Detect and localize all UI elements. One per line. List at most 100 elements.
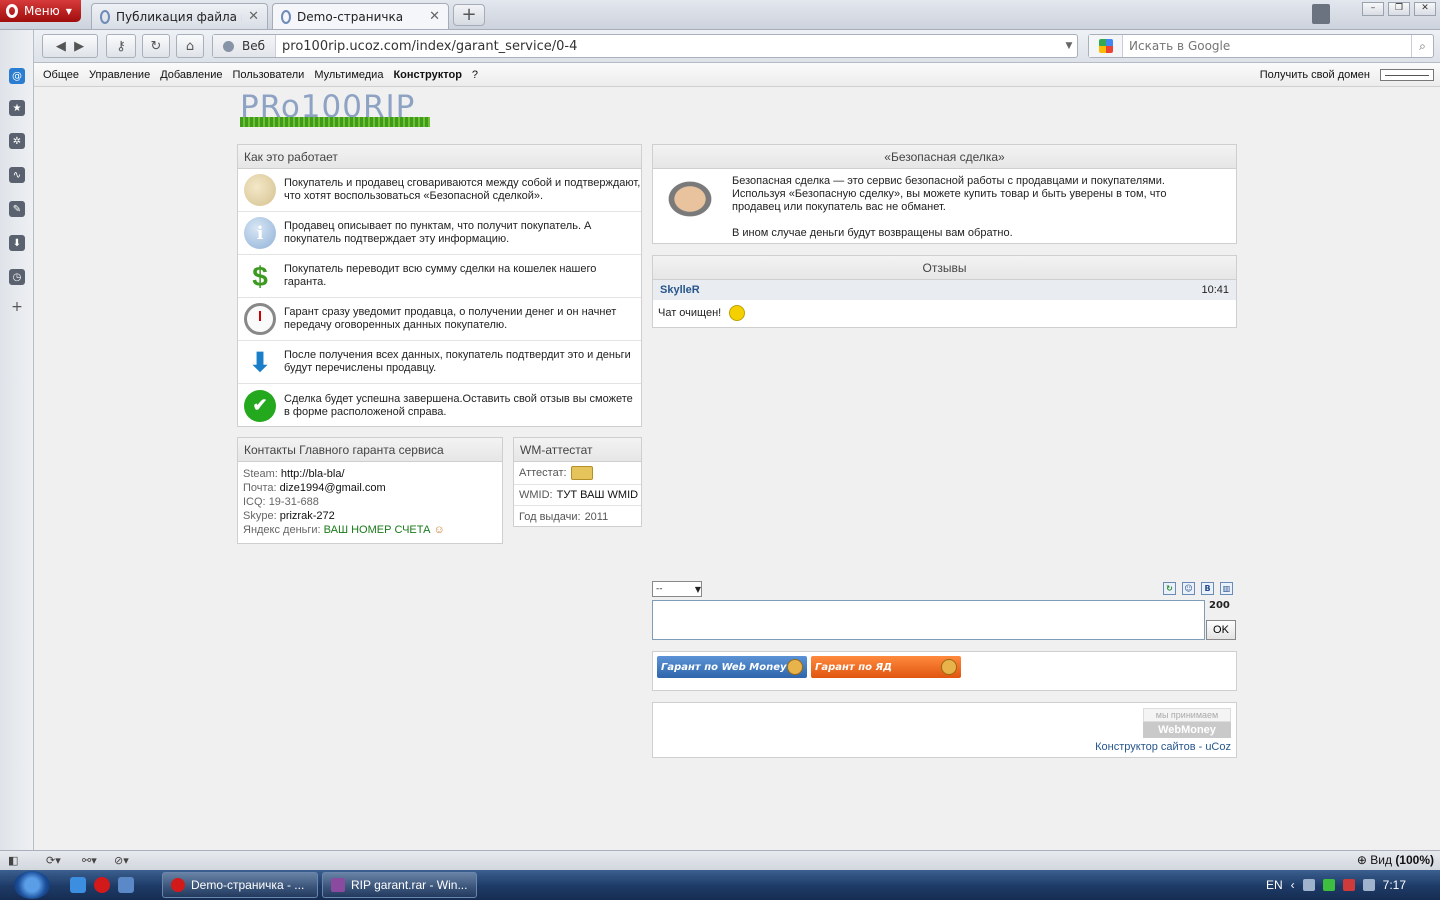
google-engine-selector[interactable]	[1089, 35, 1123, 57]
ucoz-admin-bar: Общее Управление Добавление Пользователи…	[34, 63, 1440, 87]
turbo-icon[interactable]: ⊘▾	[114, 854, 129, 867]
bold-icon[interactable]: B	[1201, 582, 1214, 595]
close-tab-icon[interactable]: ✕	[248, 9, 259, 24]
address-bar[interactable]: Веб ▼	[212, 34, 1078, 58]
internet-explorer-icon[interactable]	[70, 877, 86, 893]
url-input[interactable]	[276, 38, 1061, 54]
forward-arrow-icon[interactable]: ▶	[74, 39, 84, 54]
tab-demo-page[interactable]: Demo-страничка ✕	[272, 3, 449, 29]
update-icon[interactable]	[1322, 879, 1335, 891]
opera-menu-button[interactable]: Меню ▼	[0, 0, 81, 22]
reviews-title: Отзывы	[653, 256, 1236, 280]
downloads-icon[interactable]: ⬇	[9, 235, 25, 251]
search-input[interactable]	[1123, 39, 1411, 53]
zoom-value: (100%)	[1395, 853, 1434, 867]
step-text: Сделка будет успешна завершена.Оставить …	[284, 392, 633, 418]
logo-grass	[240, 117, 430, 127]
step-row: Гарант сразу уведомит продавца, о получе…	[238, 298, 641, 341]
tab-publication[interactable]: Публикация файла н... ✕	[91, 3, 268, 29]
system-tray: EN ‹ 7:17	[1260, 870, 1440, 900]
widgets-icon[interactable]: ✲	[9, 133, 25, 149]
user-icon: ☺	[433, 524, 445, 536]
tray-expand-icon[interactable]: ‹	[1291, 878, 1295, 892]
guarant-webmoney-button[interactable]: Гарант по Web Money	[657, 656, 807, 678]
info-icon: i	[244, 217, 276, 249]
char-counter: 200	[1209, 600, 1230, 611]
certificate-icon[interactable]	[570, 466, 593, 480]
chat-select-value: --	[656, 584, 663, 594]
ucoz-menu-general[interactable]: Общее	[43, 69, 79, 81]
mail-icon[interactable]: @	[9, 68, 25, 84]
address-dropdown-icon[interactable]: ▼	[1061, 41, 1077, 51]
search-box[interactable]: ⌕	[1088, 34, 1434, 58]
show-desktop-icon[interactable]	[118, 877, 134, 893]
new-tab-button[interactable]: +	[453, 4, 485, 26]
coin-icon	[787, 659, 803, 675]
contact-row: Skype: prizrak-272	[238, 509, 502, 523]
ucoz-menu-constructor[interactable]: Конструктор	[393, 69, 461, 81]
key-icon[interactable]: ⚷	[106, 34, 136, 58]
clock[interactable]: 7:17	[1383, 878, 1406, 892]
notes-icon[interactable]: ✎	[9, 201, 25, 217]
ucoz-menu-management[interactable]: Управление	[89, 69, 150, 81]
reload-icon[interactable]: ↻	[142, 34, 170, 58]
ucoz-menu-add[interactable]: Добавление	[160, 69, 222, 81]
home-icon[interactable]: ⌂	[176, 34, 204, 58]
taskbar-item-opera[interactable]: Demo-страничка - ...	[162, 872, 318, 898]
close-tab-icon[interactable]: ✕	[429, 9, 440, 24]
how-it-works-box: Как это работает Покупатель и продавец с…	[237, 144, 642, 427]
attestat-label: Аттестат:	[519, 467, 567, 479]
wm-attestat-box: WM-аттестат Аттестат: WMID: ТУТ ВАШ WMID…	[513, 437, 642, 527]
step-text: Продавец описывает по пунктам, что получ…	[284, 220, 592, 245]
download-arrow-icon: ⬇	[249, 346, 271, 377]
wm-accept-text: мы принимаем	[1143, 708, 1231, 722]
add-panel-icon[interactable]: +	[9, 299, 25, 315]
ucoz-constructor-link[interactable]: Конструктор сайтов - uCoz	[1095, 741, 1231, 753]
review-author[interactable]: SkylleR	[660, 284, 700, 296]
webmoney-accept-badge[interactable]: мы принимаем WebMoney	[1143, 708, 1231, 738]
zoom-control[interactable]: ⊕ Вид (100%)	[1357, 853, 1434, 867]
panel-slider[interactable]	[1380, 69, 1434, 81]
refresh-icon[interactable]: ↻	[1163, 582, 1176, 595]
sync-icon[interactable]: ⟳▾	[46, 854, 61, 867]
archive-icon[interactable]: ▥	[1220, 582, 1233, 595]
security-icon[interactable]	[1342, 879, 1355, 891]
yandex-value: ВАШ НОМЕР СЧЕТА	[323, 524, 431, 536]
opera-icon[interactable]	[94, 877, 110, 893]
ucoz-menu-help[interactable]: ?	[472, 69, 478, 81]
network-icon[interactable]	[1302, 879, 1315, 891]
get-domain-link[interactable]: Получить свой домен	[1260, 69, 1370, 81]
back-arrow-icon[interactable]: ◀	[56, 39, 66, 54]
minimize-button[interactable]: –	[1362, 2, 1384, 16]
reviews-box: Отзывы SkylleR 10:41 Чат очищен!	[652, 255, 1237, 328]
bookmarks-icon[interactable]: ★	[9, 100, 25, 116]
panel-toggle-icon[interactable]: ◧	[8, 854, 18, 867]
site-logo[interactable]: PRo100RIP	[240, 91, 430, 127]
step-text: Покупатель переводит всю сумму сделки на…	[284, 263, 597, 288]
unite-icon[interactable]: ∿	[9, 167, 25, 183]
search-icon[interactable]: ⌕	[1411, 35, 1433, 57]
unite-status-icon[interactable]: ⚯▾	[82, 854, 97, 867]
taskbar-item-winrar[interactable]: RIP garant.rar - Win...	[322, 872, 477, 898]
chat-ok-button[interactable]: OK	[1206, 620, 1236, 640]
chat-select[interactable]: -- ▼	[652, 581, 702, 597]
close-window-button[interactable]: ✕	[1414, 2, 1436, 16]
contact-key: Steam:	[243, 468, 278, 480]
trash-icon[interactable]	[1312, 4, 1330, 24]
safe-deal-box: «Безопасная сделка» Безопасная сделка — …	[652, 144, 1237, 244]
back-forward-buttons[interactable]: ◀ ▶	[42, 34, 98, 58]
web-chip[interactable]: Веб	[213, 35, 277, 57]
opera-logo-icon	[6, 4, 18, 18]
history-icon[interactable]: ◷	[9, 269, 25, 285]
smiley-picker-icon[interactable]: ☺	[1182, 582, 1195, 595]
ucoz-menu-users[interactable]: Пользователи	[233, 69, 305, 81]
safe-deal-refund-text: В ином случае деньги будут возвращены ва…	[732, 227, 1013, 239]
chat-message-input[interactable]	[652, 600, 1205, 640]
year-value: 2011	[584, 510, 609, 523]
guarant-yad-button[interactable]: Гарант по ЯД	[811, 656, 961, 678]
volume-icon[interactable]	[1362, 879, 1375, 891]
ucoz-menu-multimedia[interactable]: Мультимедиа	[314, 69, 383, 81]
start-button[interactable]	[14, 871, 50, 899]
language-indicator[interactable]: EN	[1266, 878, 1283, 892]
maximize-button[interactable]: ❐	[1388, 2, 1410, 16]
